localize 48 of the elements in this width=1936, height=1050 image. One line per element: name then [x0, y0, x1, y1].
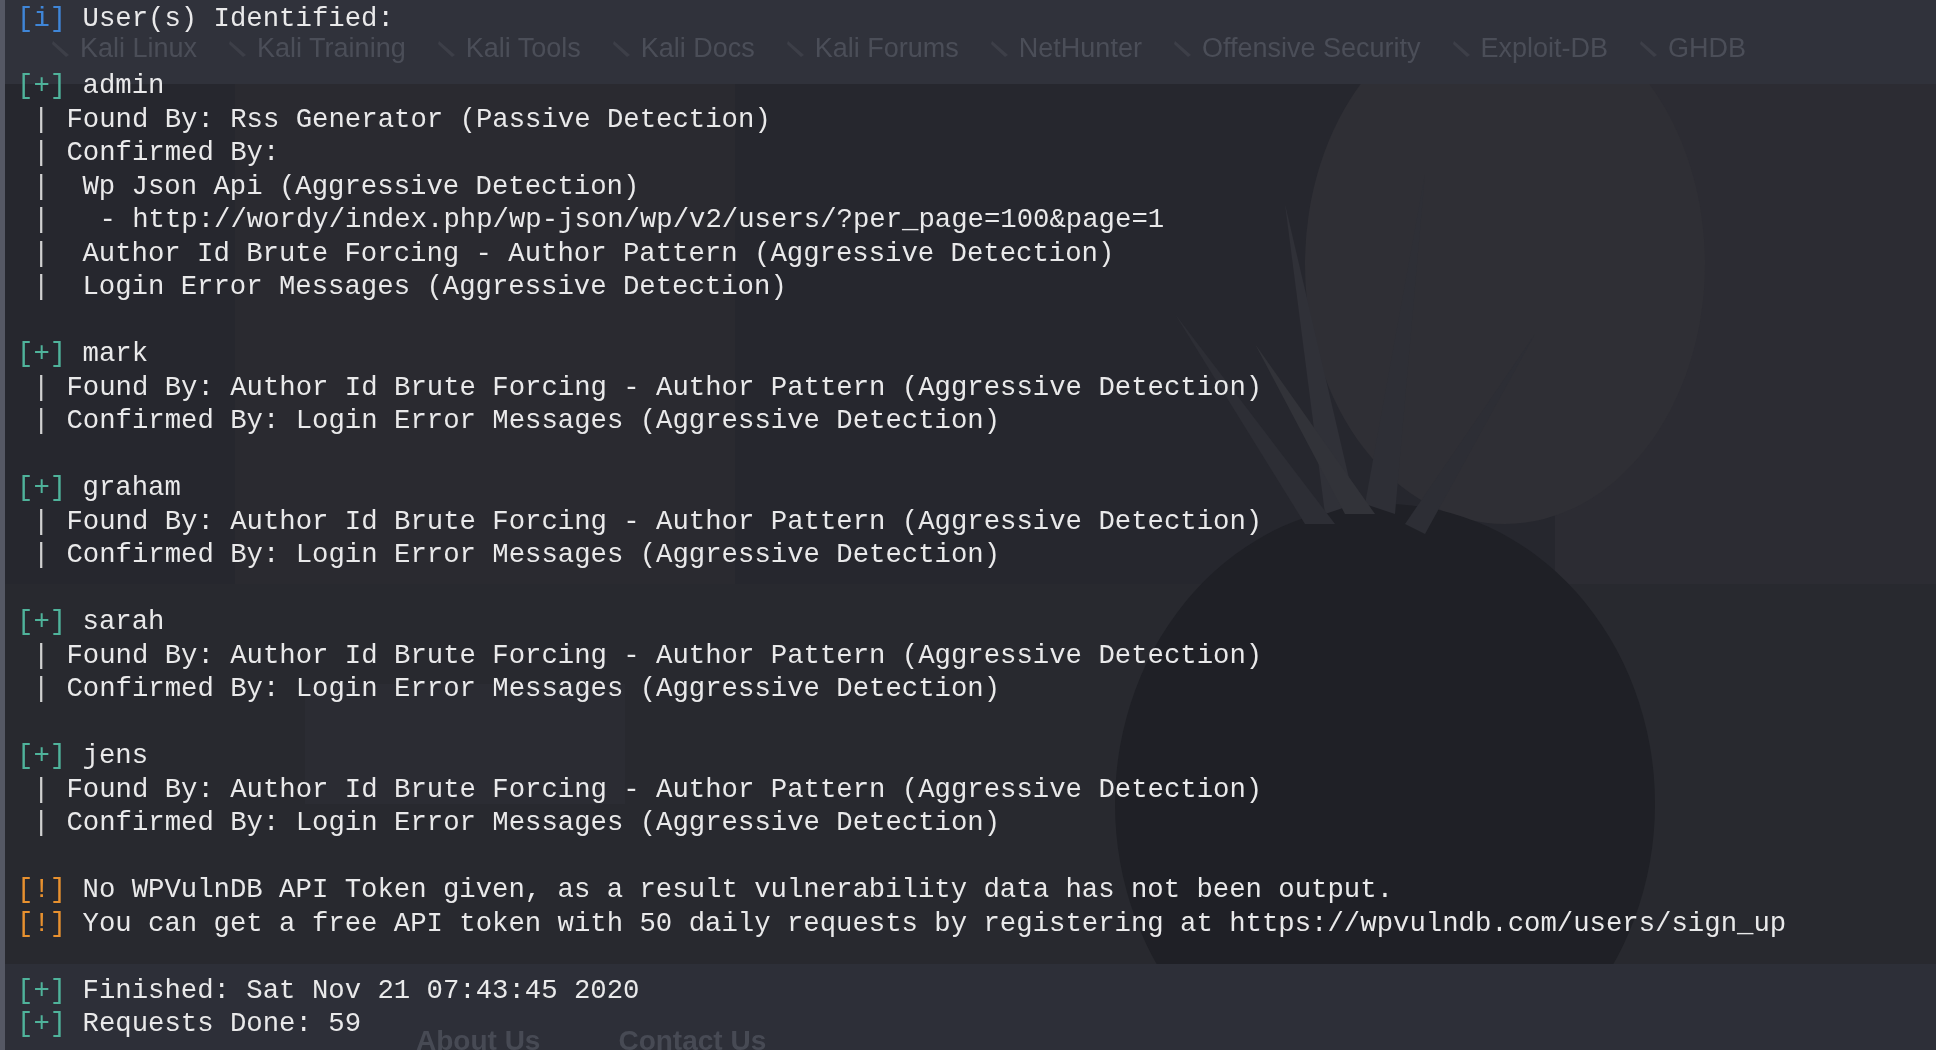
output-text: Confirmed By:: [66, 136, 280, 170]
output-text: admin: [82, 69, 165, 103]
output-text: Confirmed By: Login Error Messages (Aggressive Detection): [66, 538, 1001, 572]
status-tag: [+]: [17, 1007, 67, 1041]
pipe-character: |: [33, 404, 50, 438]
pipe-character: |: [33, 203, 50, 237]
status-tag: [!]: [17, 906, 67, 940]
output-text: Login Error Messages (Aggressive Detection): [82, 270, 787, 304]
output-text: graham: [82, 471, 181, 505]
pipe-character: |: [33, 270, 50, 304]
output-text: Found By: Author Id Brute Forcing - Author Pattern (Aggressive Detection): [66, 504, 1263, 538]
output-text: Confirmed By: Login Error Messages (Aggressive Detection): [66, 672, 1001, 706]
output-text: sarah: [82, 605, 165, 639]
status-tag: [i]: [17, 2, 67, 36]
pipe-character: |: [33, 504, 50, 538]
output-text: Found By: Author Id Brute Forcing - Author Pattern (Aggressive Detection): [66, 370, 1263, 404]
output-text: Author Id Brute Forcing - Author Pattern (Aggressive Detection): [82, 236, 1115, 270]
pipe-character: |: [33, 672, 50, 706]
pipe-character: |: [33, 169, 50, 203]
output-text: Wp Json Api (Aggressive Detection): [82, 169, 640, 203]
pipe-character: |: [33, 806, 50, 840]
status-tag: [+]: [17, 605, 67, 639]
pipe-character: |: [33, 772, 50, 806]
output-text: mark: [82, 337, 149, 371]
pipe-character: |: [33, 538, 50, 572]
output-text: Confirmed By: Login Error Messages (Aggressive Detection): [66, 404, 1001, 438]
status-tag: [+]: [17, 471, 67, 505]
status-tag: [+]: [17, 69, 67, 103]
output-text: jens: [82, 739, 149, 773]
status-tag: [!]: [17, 873, 67, 907]
output-text: User(s) Identified:: [82, 2, 394, 36]
output-text: Requests Done: 59: [82, 1007, 362, 1041]
output-text: Confirmed By: Login Error Messages (Aggressive Detection): [66, 806, 1001, 840]
pipe-character: |: [33, 638, 50, 672]
output-text: Finished: Sat Nov 21 07:43:45 2020: [82, 973, 640, 1007]
output-text: Found By: Author Id Brute Forcing - Author Pattern (Aggressive Detection): [66, 638, 1263, 672]
output-text: No WPVulnDB API Token given, as a result vulnerability data has not been output.: [82, 873, 1393, 907]
output-text: - http://wordy/index.php/wp-json/wp/v2/users/?per_page=100&page=1: [99, 203, 1165, 237]
output-text: Found By: Rss Generator (Passive Detection): [66, 102, 771, 136]
status-tag: [+]: [17, 337, 67, 371]
pipe-character: |: [33, 370, 50, 404]
output-text: You can get a free API token with 50 daily requests by registering at https://wpvulndb.com/users/sign_up: [82, 906, 1787, 940]
pipe-character: |: [33, 236, 50, 270]
output-text: Found By: Author Id Brute Forcing - Author Pattern (Aggressive Detection): [66, 772, 1263, 806]
status-tag: [+]: [17, 739, 67, 773]
pipe-character: |: [33, 136, 50, 170]
pipe-character: |: [33, 102, 50, 136]
status-tag: [+]: [17, 973, 67, 1007]
